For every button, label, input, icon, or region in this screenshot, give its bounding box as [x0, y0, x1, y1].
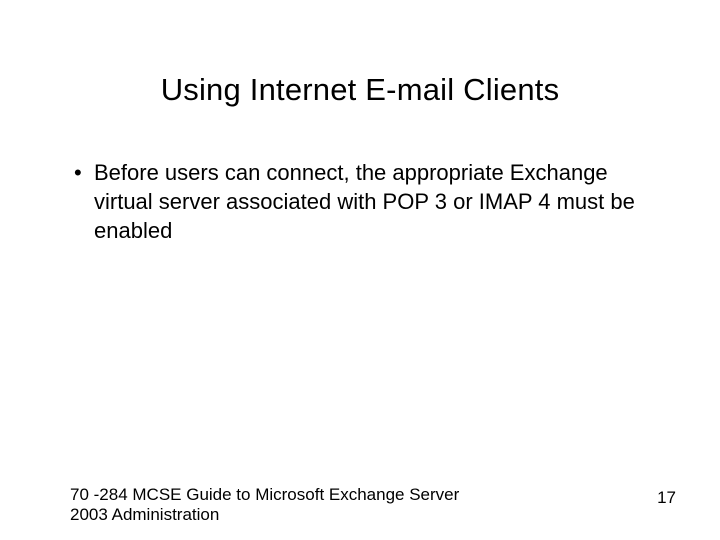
footer-text: 70 -284 MCSE Guide to Microsoft Exchange…	[70, 485, 500, 526]
slide-body: • Before users can connect, the appropri…	[70, 158, 650, 245]
slide-title: Using Internet E-mail Clients	[0, 72, 720, 108]
page-number: 17	[657, 488, 676, 508]
bullet-icon: •	[70, 158, 94, 187]
bullet-text: Before users can connect, the appropriat…	[94, 158, 650, 245]
list-item: • Before users can connect, the appropri…	[70, 158, 650, 245]
slide: Using Internet E-mail Clients • Before u…	[0, 0, 720, 540]
